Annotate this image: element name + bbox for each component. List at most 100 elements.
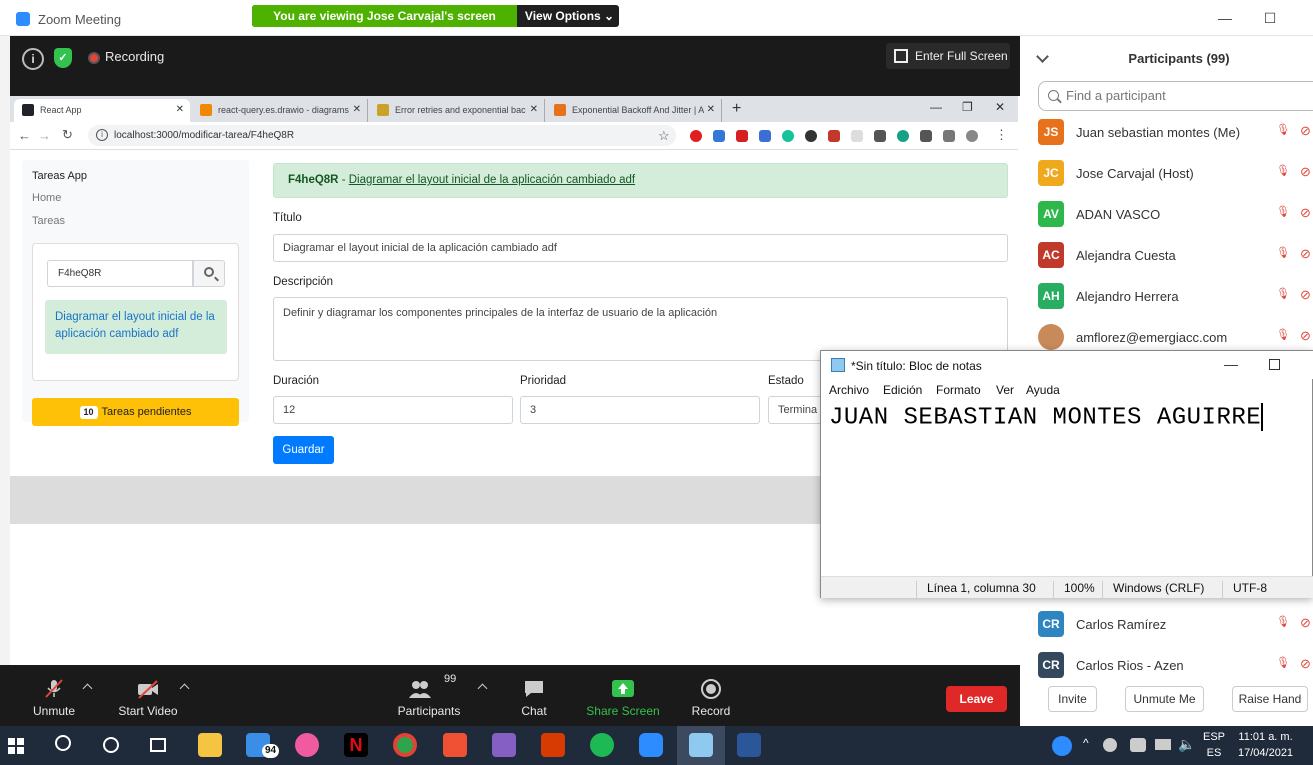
- git-icon[interactable]: [443, 733, 467, 757]
- enter-full-screen-button[interactable]: Enter Full Screen: [886, 43, 1010, 69]
- help-icon[interactable]: [1052, 736, 1072, 756]
- spotify-icon[interactable]: [590, 733, 614, 757]
- new-tab-button[interactable]: +: [732, 100, 741, 118]
- extension-icon[interactable]: [736, 130, 748, 142]
- prioridad-input[interactable]: 3: [520, 396, 760, 424]
- menu-archivo[interactable]: Archivo: [829, 383, 869, 397]
- network-icon[interactable]: [1130, 738, 1146, 752]
- notepad-minimize-button[interactable]: —: [1224, 356, 1238, 372]
- participant-row[interactable]: JC Jose Carvajal (Host) 🎙 ⊘: [1020, 154, 1313, 195]
- maximize-button[interactable]: ☐: [1260, 8, 1280, 28]
- word-icon[interactable]: [737, 733, 761, 757]
- view-options-button[interactable]: View Options ⌄: [520, 5, 619, 27]
- shield-icon[interactable]: ✓: [54, 48, 72, 68]
- extension-icon[interactable]: [851, 130, 863, 142]
- invite-button[interactable]: Invite: [1048, 686, 1097, 712]
- cast-icon[interactable]: [943, 130, 955, 142]
- search-result-item[interactable]: Diagramar el layout inicial de la aplica…: [45, 300, 227, 354]
- chrome-icon[interactable]: [393, 733, 417, 757]
- notepad-text-area[interactable]: JUAN SEBASTIAN MONTES AGUIRRE: [829, 403, 1264, 431]
- nav-tareas-link[interactable]: Tareas: [32, 215, 65, 227]
- share-screen-button[interactable]: Share Screen: [584, 673, 662, 723]
- notepad-icon[interactable]: [689, 733, 713, 757]
- puzzle-extensions-icon[interactable]: [920, 130, 932, 142]
- clock[interactable]: 11:01 a. m. 17/04/2021: [1238, 729, 1293, 761]
- participant-row[interactable]: AV ADAN VASCO 🎙 ⊘: [1020, 195, 1313, 236]
- duracion-input[interactable]: 12: [273, 396, 513, 424]
- browser-restore-button[interactable]: ❐: [962, 100, 973, 114]
- address-bar[interactable]: i localhost:3000/modificar-tarea/F4heQ8R: [88, 125, 676, 146]
- close-icon[interactable]: ✕: [176, 104, 184, 115]
- bookmark-star-icon[interactable]: ☆: [658, 128, 670, 144]
- translate-extension-icon[interactable]: [759, 130, 771, 142]
- unmute-me-button[interactable]: Unmute Me: [1125, 686, 1204, 712]
- participant-row[interactable]: AH Alejandro Herrera 🎙 ⊘: [1020, 277, 1313, 318]
- search-button[interactable]: [193, 260, 225, 287]
- tab-drawio[interactable]: react-query.es.drawio - diagrams ✕: [192, 99, 368, 122]
- leave-button[interactable]: Leave: [946, 686, 1007, 712]
- close-icon[interactable]: ✕: [707, 104, 715, 115]
- menu-edicion[interactable]: Edición: [883, 383, 922, 397]
- record-button[interactable]: Record: [688, 673, 734, 723]
- task-link[interactable]: Diagramar el layout inicial de la aplica…: [349, 174, 635, 186]
- minimize-button[interactable]: —: [1215, 8, 1235, 28]
- itunes-icon[interactable]: [295, 733, 319, 757]
- menu-ver[interactable]: Ver: [996, 383, 1014, 397]
- zoom-icon[interactable]: [639, 733, 663, 757]
- volume-icon[interactable]: 🔈: [1178, 736, 1195, 753]
- extension-icon[interactable]: [897, 130, 909, 142]
- menu-dots-icon[interactable]: ⋮: [995, 127, 1008, 143]
- tab-react-app[interactable]: React App ✕: [14, 99, 190, 122]
- opera-extension-icon[interactable]: [690, 130, 702, 142]
- windows-start-icon[interactable]: [8, 738, 24, 754]
- menu-formato[interactable]: Formato: [936, 383, 981, 397]
- extension-icon[interactable]: [713, 130, 725, 142]
- notepad-maximize-button[interactable]: [1269, 359, 1280, 370]
- back-arrow-icon[interactable]: ←: [18, 128, 31, 143]
- chevron-up-icon[interactable]: ^: [1083, 736, 1089, 750]
- cortana-icon[interactable]: [103, 737, 119, 753]
- menu-ayuda[interactable]: Ayuda: [1026, 383, 1060, 397]
- visual-studio-icon[interactable]: [492, 733, 516, 757]
- search-icon[interactable]: [55, 735, 71, 751]
- app-title[interactable]: Tareas App: [32, 170, 87, 182]
- tab-exponential-backoff[interactable]: Exponential Backoff And Jitter | A ✕: [546, 99, 722, 122]
- chat-button[interactable]: Chat: [510, 673, 558, 723]
- language-indicator[interactable]: ESP ES: [1203, 729, 1225, 761]
- grammarly-extension-icon[interactable]: [782, 130, 794, 142]
- find-participant-input[interactable]: Find a participant: [1038, 81, 1313, 111]
- site-info-icon[interactable]: i: [96, 129, 108, 141]
- participant-row[interactable]: AC Alejandra Cuesta 🎙 ⊘: [1020, 236, 1313, 277]
- system-tray-icon[interactable]: [1103, 738, 1117, 752]
- forward-arrow-icon[interactable]: →: [38, 128, 51, 143]
- tab-error-retries[interactable]: Error retries and exponential bac ✕: [369, 99, 545, 122]
- unmute-button[interactable]: Unmute: [22, 673, 86, 723]
- office-icon[interactable]: [541, 733, 565, 757]
- participant-row[interactable]: CR Carlos Ramírez 🎙 ⊘: [1020, 605, 1313, 646]
- file-explorer-icon[interactable]: [198, 733, 222, 757]
- save-button[interactable]: Guardar: [273, 436, 334, 464]
- eyedropper-extension-icon[interactable]: [874, 130, 886, 142]
- participants-options-caret[interactable]: [477, 683, 488, 694]
- browser-minimize-button[interactable]: —: [930, 100, 942, 114]
- start-video-button[interactable]: Start Video: [112, 673, 184, 723]
- netflix-icon[interactable]: N: [344, 733, 368, 757]
- nav-home-link[interactable]: Home: [32, 192, 61, 204]
- participants-button[interactable]: 99 Participants: [392, 673, 466, 723]
- close-icon[interactable]: ✕: [353, 104, 361, 115]
- close-icon[interactable]: ✕: [530, 104, 538, 115]
- task-view-icon[interactable]: [150, 738, 166, 752]
- raise-hand-button[interactable]: Raise Hand: [1232, 686, 1308, 712]
- extension-icon[interactable]: [805, 130, 817, 142]
- info-icon[interactable]: i: [22, 48, 44, 70]
- reload-icon[interactable]: ↻: [62, 127, 73, 143]
- participant-row[interactable]: CR Carlos Rios - Azen 🎙 ⊘: [1020, 646, 1313, 687]
- battery-icon[interactable]: [1155, 739, 1171, 750]
- participant-row[interactable]: JS Juan sebastian montes (Me) 🎙 ⊘: [1020, 113, 1313, 154]
- extension-icon[interactable]: [828, 130, 840, 142]
- profile-avatar[interactable]: [966, 130, 978, 142]
- search-input[interactable]: F4heQ8R: [47, 260, 193, 287]
- pending-tasks-button[interactable]: 10 Tareas pendientes: [32, 398, 239, 426]
- titulo-input[interactable]: Diagramar el layout inicial de la aplica…: [273, 234, 1008, 262]
- browser-close-button[interactable]: ✕: [995, 100, 1005, 114]
